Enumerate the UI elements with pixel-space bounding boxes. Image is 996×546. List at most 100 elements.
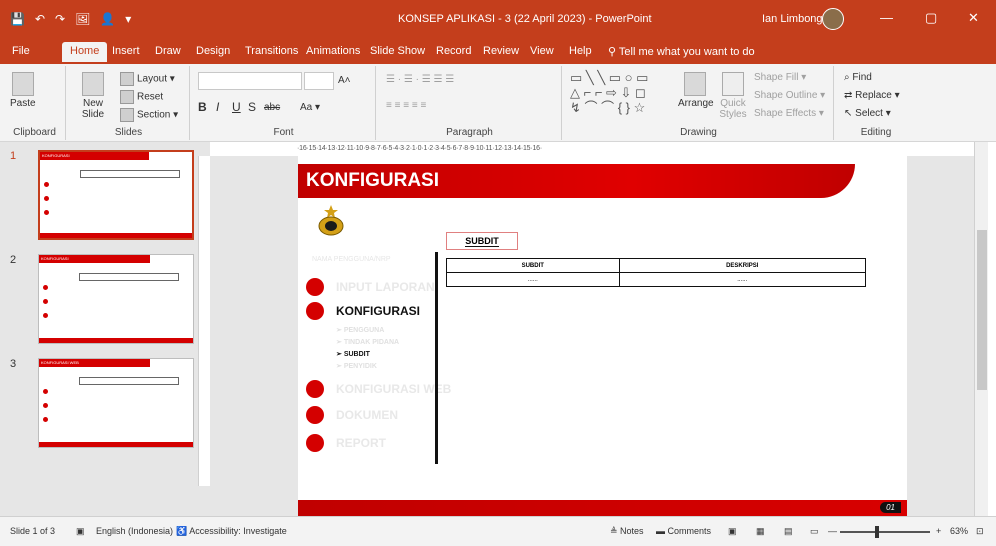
tab-insert[interactable]: Insert: [112, 45, 140, 57]
tab-record[interactable]: Record: [436, 45, 471, 57]
menu-label: INPUT LAPORAN: [336, 280, 435, 294]
paragraph-controls[interactable]: ☰ · ☰ · ☰ ☰ ☰: [386, 74, 454, 85]
slide-footer-bar: 01: [298, 500, 907, 516]
accessibility-status[interactable]: ♿ Accessibility: Investigate: [176, 526, 287, 537]
tab-design[interactable]: Design: [196, 45, 230, 57]
reset-button[interactable]: Reset: [120, 90, 163, 104]
reading-view-icon[interactable]: ▤: [784, 526, 793, 537]
undo-icon[interactable]: ↶: [35, 12, 45, 26]
zoom-in-button[interactable]: +: [936, 526, 941, 536]
menu-konfigurasi-web[interactable]: KONFIGURASI WEB: [306, 380, 451, 398]
subdit-table[interactable]: SUBDIT DESKRIPSI ...... ......: [446, 258, 867, 287]
menu-dokumen[interactable]: DOKUMEN: [306, 406, 398, 424]
minimize-button[interactable]: —: [880, 10, 893, 25]
tab-review[interactable]: Review: [483, 45, 519, 57]
quick-styles-icon: [722, 72, 744, 96]
table-header: SUBDIT: [446, 258, 620, 273]
select-button[interactable]: ↖ Select ▾: [844, 108, 891, 119]
shape-effects-button[interactable]: Shape Effects ▾: [754, 108, 824, 119]
menu-dot: [306, 302, 324, 320]
new-slide-label: New Slide: [81, 98, 105, 120]
slide-page-number: 01: [880, 502, 901, 513]
subdit-heading: SUBDIT: [465, 236, 499, 247]
tab-home[interactable]: Home: [62, 42, 108, 62]
tell-me-box[interactable]: ⚲ Tell me what you want to do: [608, 45, 755, 58]
table-cell[interactable]: ......: [618, 272, 867, 287]
fit-slide-icon[interactable]: ⊡: [976, 526, 984, 537]
scrollbar-thumb[interactable]: [977, 230, 987, 390]
slide-thumbnail-1[interactable]: KONFIGURASI: [38, 150, 194, 240]
comment-icon: ▬: [656, 526, 668, 536]
editing-group-label: Editing: [860, 127, 892, 138]
slideshow-icon[interactable]: ▭: [810, 526, 819, 537]
font-grow-button[interactable]: A˄: [338, 75, 351, 86]
spellcheck-icon[interactable]: ▣: [76, 526, 85, 537]
menu-report[interactable]: REPORT: [306, 434, 386, 452]
paste-button[interactable]: Paste: [10, 72, 36, 109]
slide-sorter-icon[interactable]: ▦: [756, 526, 765, 537]
layout-button[interactable]: Layout ▾: [120, 72, 175, 86]
customize-qat-icon[interactable]: ▾: [125, 12, 131, 26]
menu-input-laporan[interactable]: INPUT LAPORAN: [306, 278, 435, 296]
present-icon[interactable]: 🖼: [75, 12, 90, 26]
underline-button[interactable]: U: [232, 100, 241, 114]
vertical-scrollbar[interactable]: [974, 142, 988, 516]
quick-styles-label: Quick Styles: [719, 98, 747, 120]
table-cell[interactable]: ......: [446, 272, 620, 287]
comments-button[interactable]: ▬ Comments: [656, 526, 711, 536]
zoom-slider[interactable]: [840, 531, 930, 533]
tab-slide-show[interactable]: Slide Show: [370, 45, 425, 57]
submenu-pengguna[interactable]: ➢ PENGGUNA: [336, 326, 384, 334]
font-name-select[interactable]: [198, 72, 302, 90]
italic-button[interactable]: I: [216, 100, 219, 114]
quick-styles-button[interactable]: Quick Styles: [716, 72, 750, 120]
change-case-button[interactable]: Aa ▾: [300, 102, 320, 113]
slide-title-banner[interactable]: KONFIGURASI: [298, 164, 855, 198]
tab-view[interactable]: View: [530, 45, 554, 57]
window-title: KONSEP APLIKASI - 3 (22 April 2023) - Po…: [398, 13, 652, 25]
user-name[interactable]: Ian Limbong: [762, 13, 823, 25]
save-icon[interactable]: 💾: [10, 12, 25, 26]
restore-button[interactable]: ▢: [925, 10, 937, 26]
menu-konfigurasi[interactable]: KONFIGURASI: [306, 302, 420, 320]
slide-thumbnail-2[interactable]: KONFIGURASI: [38, 254, 194, 344]
zoom-level[interactable]: 63%: [950, 526, 968, 536]
slide-thumbnail-pane[interactable]: 1 KONFIGURASI 2 KONFIGURASI 3 KONFIGURAS…: [0, 142, 210, 516]
touch-mode-icon[interactable]: 👤: [100, 12, 115, 26]
slide-thumbnail-3[interactable]: KONFIGURASI WEB: [38, 358, 194, 448]
tab-file[interactable]: File: [12, 45, 30, 57]
shadow-button[interactable]: S: [248, 100, 256, 114]
tab-help[interactable]: Help: [569, 45, 592, 57]
redo-icon[interactable]: ↷: [55, 12, 65, 26]
alignment-controls[interactable]: ≡ ≡ ≡ ≡ ≡: [386, 100, 426, 111]
slide-1[interactable]: KONFIGURASI NAMA PENGGUNA/NRP INPUT LAPO…: [298, 156, 907, 516]
zoom-out-button[interactable]: —: [828, 526, 837, 536]
font-size-select[interactable]: [304, 72, 334, 90]
strikethrough-button[interactable]: abc: [264, 102, 280, 113]
zoom-slider-handle[interactable]: [875, 526, 879, 538]
normal-view-icon[interactable]: ▣: [728, 526, 737, 537]
shape-outline-button[interactable]: Shape Outline ▾: [754, 90, 825, 101]
submenu-penyidik[interactable]: ➢ PENYIDIK: [336, 362, 377, 370]
shape-fill-button[interactable]: Shape Fill ▾: [754, 72, 806, 83]
bold-button[interactable]: B: [198, 100, 207, 114]
avatar[interactable]: [822, 8, 844, 30]
tab-transitions[interactable]: Transitions: [245, 45, 298, 57]
new-slide-button[interactable]: New Slide: [74, 72, 112, 120]
close-button[interactable]: ✕: [968, 10, 979, 26]
submenu-tindak-pidana[interactable]: ➢ TINDAK PIDANA: [336, 338, 399, 346]
thumb-footer: [39, 338, 193, 343]
section-button[interactable]: Section ▾: [120, 108, 178, 122]
replace-button[interactable]: ⇄ Replace ▾: [844, 90, 900, 101]
shapes-gallery[interactable]: ▭ ╲ ╲ ▭ ○ ▭ △ ⌐ ⌐ ⇨ ⇩ ◻ ↯ ⌒ ⌒ { } ☆: [570, 70, 648, 115]
tab-animations[interactable]: Animations: [306, 45, 360, 57]
language-status[interactable]: English (Indonesia): [96, 526, 173, 536]
arrange-button[interactable]: Arrange: [678, 72, 714, 109]
find-button[interactable]: ⌕ Find: [844, 72, 872, 83]
notes-button[interactable]: ≜ Notes: [610, 526, 644, 537]
submenu-subdit[interactable]: ➢ SUBDIT: [336, 350, 370, 358]
tab-draw[interactable]: Draw: [155, 45, 181, 57]
submenu-label: TINDAK PIDANA: [343, 339, 400, 346]
subdit-heading-box[interactable]: SUBDIT: [446, 232, 518, 250]
replace-label: Replace ▾: [855, 90, 900, 101]
